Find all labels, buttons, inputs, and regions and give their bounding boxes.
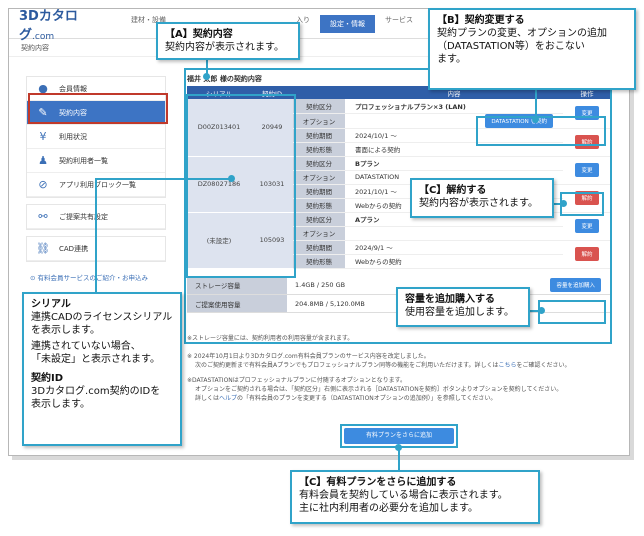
callout-c2-title: 【C】有料プランをさらに追加する bbox=[299, 477, 457, 488]
active-item-highlight bbox=[28, 93, 168, 124]
callout-c2-body-1: 有料会員を契約している場合に表示されます。 bbox=[299, 490, 508, 501]
callout-serial-body-4: 「未設定」と表示されます。 bbox=[31, 354, 160, 365]
link-icon: ⛓ bbox=[36, 241, 50, 255]
callout-c2: 【C】有料プランをさらに追加する 有料会員を契約している場合に表示されます。 主… bbox=[290, 470, 540, 524]
serial-id-highlight bbox=[186, 94, 296, 278]
callout-c2-body-2: 主に社内利用者の必要分を追加します。 bbox=[299, 503, 478, 514]
plan-note-link[interactable]: こちら bbox=[499, 362, 517, 369]
sidebar-item-usage[interactable]: ¥ 利用状況 bbox=[27, 125, 165, 149]
callout-c1-body: 契約内容が表示されます。 bbox=[419, 198, 538, 209]
site-logo[interactable]: 3Dカタログ.com bbox=[19, 9, 109, 43]
storage-button-highlight bbox=[538, 300, 606, 324]
ds-note-3: 詳しくはヘルプの「有料会員のプランを変更する（DATASTATIONオプションの… bbox=[195, 395, 497, 402]
callout-b-body-3: ます。 bbox=[437, 54, 466, 65]
callout-b-body-2: （DATASTATION等）をおこない bbox=[437, 41, 585, 52]
callout-a-body: 契約内容が表示されます。 bbox=[165, 42, 284, 53]
callout-id-body-2: 表示します。 bbox=[31, 399, 90, 410]
callout-serial-body-1: 連携CADのライセンスシリアル bbox=[31, 312, 173, 323]
connector-serial-v bbox=[95, 178, 97, 292]
callout-c1-title: 【C】解約する bbox=[419, 185, 487, 196]
callout-a-title: 【A】契約内容 bbox=[165, 29, 233, 40]
notes: ※ 2024年10月1日より3Dカタログ.com有料会員プランのサービス内容を改… bbox=[187, 352, 607, 403]
connector-dot-serial bbox=[228, 175, 235, 182]
callout-storage-title: 容量を追加購入する bbox=[405, 294, 495, 305]
connector-c2 bbox=[398, 448, 400, 470]
callout-serial: シリアル 連携CADのライセンスシリアル を表示します。 連携されていない場合、… bbox=[22, 292, 182, 446]
callout-serial-title: シリアル bbox=[31, 299, 71, 310]
ds-note-1: ※DATASTATIONはプロフェッショナルプランに付随するオプションとなります… bbox=[187, 377, 406, 384]
callout-c1: 【C】解約する 契約内容が表示されます。 bbox=[410, 178, 554, 218]
callout-storage-body: 使用容量を追加します。 bbox=[405, 307, 514, 318]
connector-dot-c2 bbox=[395, 444, 402, 451]
callout-b-title: 【B】契約変更する bbox=[437, 15, 525, 26]
callout-b-body-1: 契約プランの変更、オプションの追加 bbox=[437, 28, 607, 39]
connector-serial-h bbox=[95, 178, 231, 180]
callout-b: 【B】契約変更する 契約プランの変更、オプションの追加 （DATASTATION… bbox=[428, 8, 636, 90]
plan-note-1: ※ 2024年10月1日より3Dカタログ.com有料会員プランのサービス内容を改… bbox=[187, 353, 430, 360]
connector-dot-a bbox=[203, 73, 210, 80]
callout-id-body-1: 3Dカタログ.com契約のIDを bbox=[31, 386, 161, 397]
nav-item-settings[interactable]: 設定・情報 bbox=[320, 14, 375, 33]
callout-storage: 容量を追加購入する 使用容量を追加します。 bbox=[396, 287, 530, 327]
connector-dot-b bbox=[532, 116, 539, 123]
ds-note-2: オプションをご契約される場合は、「契約区分」右側に表示される［DATASTATI… bbox=[195, 386, 563, 393]
callout-a: 【A】契約内容 契約内容が表示されます。 bbox=[156, 22, 300, 60]
connector-dot-c1 bbox=[560, 200, 567, 207]
sidebar-item-users[interactable]: ♟ 契約利用者一覧 bbox=[27, 149, 165, 173]
help-link[interactable]: ヘルプ bbox=[219, 395, 237, 402]
nav-item-service[interactable]: サービス bbox=[375, 15, 423, 33]
block-icon: ⊘ bbox=[38, 177, 48, 191]
users-icon: ♟ bbox=[38, 153, 48, 167]
share-icon: ⚯ bbox=[38, 209, 48, 223]
yen-icon: ¥ bbox=[39, 129, 47, 143]
connector-dot-storage bbox=[538, 307, 545, 314]
plan-note-2: 次のご契約更新まで有料会員Aプランでもプロフェッショナルプラン同等の機能をご利用… bbox=[195, 362, 571, 369]
callout-serial-body-3: 連携されていない場合、 bbox=[31, 341, 141, 352]
change-area-highlight bbox=[476, 116, 606, 146]
callout-serial-body-2: を表示します。 bbox=[31, 325, 100, 336]
callout-id-title: 契約ID bbox=[31, 373, 64, 384]
